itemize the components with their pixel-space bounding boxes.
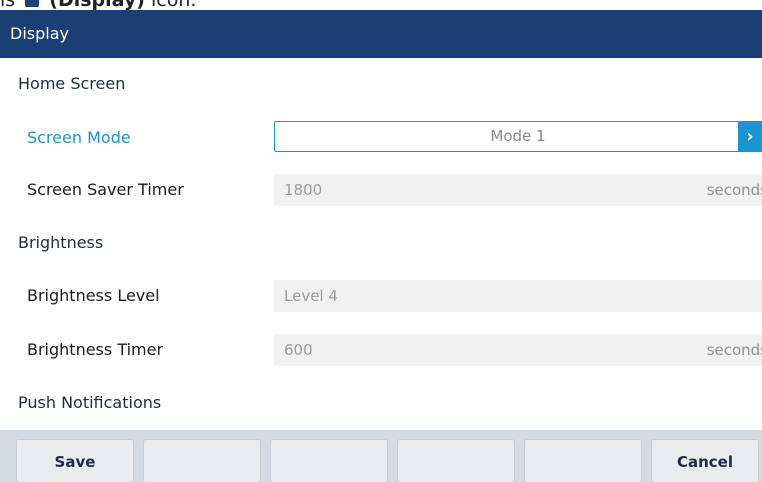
page-title: Display [10,24,69,43]
brightness-timer-field[interactable]: 600 seconds [274,334,762,366]
brightness-level-label: Brightness Level [27,286,160,305]
softkey-5[interactable] [524,439,642,482]
display-settings-screen: is (Display) icon. Display Home Screen S… [0,0,762,482]
brightness-timer-value: 600 [284,341,313,359]
section-push-notifications[interactable]: Push Notifications [18,393,161,412]
screen-mode-select[interactable]: Mode 1 › [274,121,762,152]
screen-saver-timer-label: Screen Saver Timer [27,180,184,199]
screen-mode-value: Mode 1 [490,127,546,145]
screen-saver-timer-value: 1800 [284,181,323,199]
chevron-right-icon[interactable]: › [738,121,762,152]
instruction-fragment: is (Display) icon. [0,0,196,10]
brightness-timer-label: Brightness Timer [27,340,164,359]
softkey-4[interactable] [397,439,515,482]
softkey-bar: Save Cancel [0,430,762,482]
screen-mode-label: Screen Mode [27,128,131,147]
brightness-level-value: Level 4 [284,287,338,305]
title-bar: Display [0,10,762,58]
section-brightness: Brightness [18,233,104,252]
display-icon [25,0,40,7]
softkey-2[interactable] [143,439,261,482]
brightness-level-field[interactable]: Level 4 [274,280,762,312]
save-button[interactable]: Save [16,439,134,482]
cancel-button[interactable]: Cancel [651,439,759,482]
screen-saver-timer-field[interactable]: 1800 seconds [274,174,762,206]
screen-saver-timer-unit: seconds [706,181,762,199]
section-home-screen: Home Screen [18,74,126,93]
brightness-timer-unit: seconds [706,341,762,359]
softkey-3[interactable] [270,439,388,482]
